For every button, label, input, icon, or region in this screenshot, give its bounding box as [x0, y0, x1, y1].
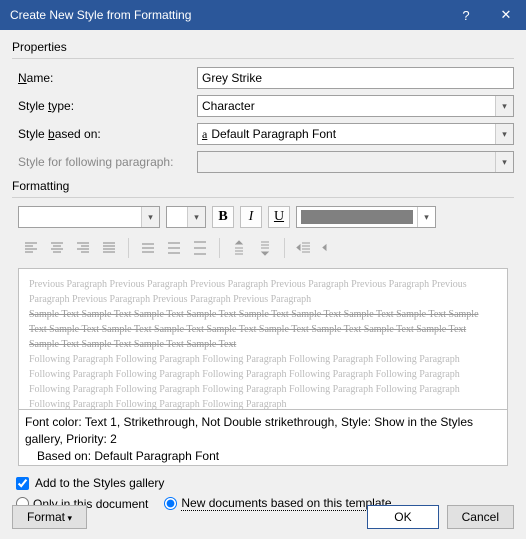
name-input[interactable] [197, 67, 514, 89]
add-gallery-label[interactable]: Add to the Styles gallery [35, 476, 164, 490]
name-label: Name: [12, 71, 197, 85]
properties-heading: Properties [12, 40, 514, 54]
spacing-1-icon [135, 236, 161, 260]
increase-indent-icon [317, 236, 343, 260]
chevron-down-icon: ▾ [187, 207, 205, 227]
chevron-down-icon: ▾ [141, 207, 159, 227]
preview-pane: Previous Paragraph Previous Paragraph Pr… [18, 268, 508, 410]
decrease-indent-icon [291, 236, 317, 260]
desc-line2: Based on: Default Paragraph Font [25, 448, 501, 465]
format-button[interactable]: Format [12, 505, 87, 529]
align-center-icon [44, 236, 70, 260]
styletype-value: Character [202, 99, 495, 113]
divider [12, 58, 514, 59]
chevron-down-icon: ▾ [495, 124, 513, 144]
dialog-content: Properties Name: Style type: Character ▾… [0, 30, 526, 539]
spacing-1-5-icon [161, 236, 187, 260]
separator [128, 238, 129, 258]
preview-following: Following Paragraph Following Paragraph … [29, 352, 497, 410]
basedon-value: Default Paragraph Font [211, 127, 495, 141]
preview-previous: Previous Paragraph Previous Paragraph Pr… [29, 277, 497, 307]
chevron-down-icon: ▾ [495, 96, 513, 116]
align-left-icon [18, 236, 44, 260]
char-style-icon: a [202, 127, 207, 142]
description-pane: Font color: Text 1, Strikethrough, Not D… [18, 410, 508, 466]
close-button[interactable]: ✕ [486, 0, 526, 30]
formatting-heading: Formatting [12, 179, 514, 193]
divider [12, 197, 514, 198]
underline-button[interactable]: U [268, 206, 290, 228]
preview-sample: Sample Text Sample Text Sample Text Samp… [29, 307, 497, 352]
cancel-button[interactable]: Cancel [447, 505, 514, 529]
chevron-down-icon: ▾ [417, 207, 435, 227]
styletype-combo[interactable]: Character ▾ [197, 95, 514, 117]
help-button[interactable]: ? [446, 0, 486, 30]
titlebar: Create New Style from Formatting ? ✕ [0, 0, 526, 30]
align-justify-icon [96, 236, 122, 260]
align-right-icon [70, 236, 96, 260]
following-combo: ▾ [197, 151, 514, 173]
ok-button[interactable]: OK [367, 505, 438, 529]
space-before-down-icon [252, 236, 278, 260]
spacing-2-icon [187, 236, 213, 260]
following-label: Style for following paragraph: [12, 155, 197, 169]
add-gallery-checkbox[interactable] [16, 477, 29, 490]
size-combo[interactable]: ▾ [166, 206, 206, 228]
separator [284, 238, 285, 258]
basedon-combo[interactable]: a Default Paragraph Font ▾ [197, 123, 514, 145]
basedon-label: Style based on: [12, 127, 197, 141]
color-combo[interactable]: ▾ [296, 206, 436, 228]
font-combo[interactable]: ▾ [18, 206, 160, 228]
dialog-title: Create New Style from Formatting [10, 8, 446, 22]
color-swatch [301, 210, 413, 224]
separator [219, 238, 220, 258]
desc-line1: Font color: Text 1, Strikethrough, Not D… [25, 414, 501, 448]
italic-button[interactable]: I [240, 206, 262, 228]
styletype-label: Style type: [12, 99, 197, 113]
bold-button[interactable]: B [212, 206, 234, 228]
space-before-up-icon [226, 236, 252, 260]
chevron-down-icon: ▾ [495, 152, 513, 172]
